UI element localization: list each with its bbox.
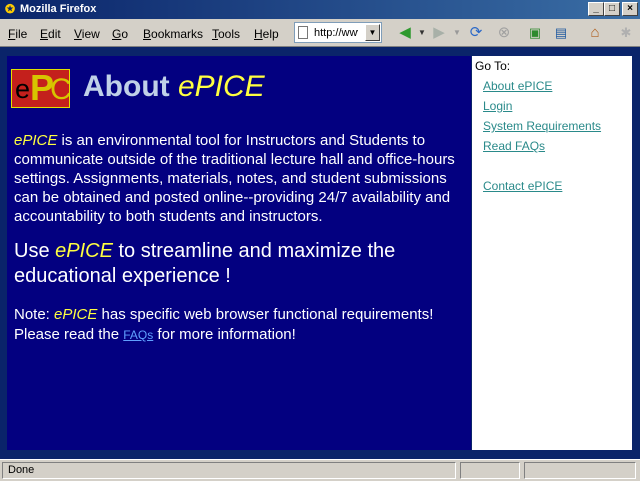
goto-sidebar: Go To: About ePICE Login System Requirem… <box>472 56 632 450</box>
status-panel <box>524 462 636 479</box>
page-icon <box>298 26 308 39</box>
browser-toolbar: File Edit View Go Bookmarks Tools Help h… <box>0 19 640 47</box>
goto-heading: Go To: <box>475 59 511 73</box>
menu-tools[interactable]: Tools <box>212 27 240 41</box>
menu-bookmarks[interactable]: Bookmarks <box>143 27 203 41</box>
sidebar-link-contact[interactable]: Contact ePICE <box>483 179 562 193</box>
sidebar-link-about[interactable]: About ePICE <box>483 79 552 93</box>
intro-paragraph: ePICE is an environmental tool for Instr… <box>14 132 455 225</box>
forward-icon[interactable]: ▶ <box>428 23 450 43</box>
sidebar-link-faqs[interactable]: Read FAQs <box>483 139 545 153</box>
maximize-button[interactable]: □ <box>604 2 620 16</box>
forward-dropdown-icon[interactable]: ▼ <box>453 23 461 43</box>
reload-icon[interactable]: ⟳ <box>465 23 487 43</box>
address-dropdown-button[interactable]: ▼ <box>365 24 380 41</box>
menu-help[interactable]: Help <box>254 27 279 41</box>
faqs-link[interactable]: FAQs <box>123 328 153 342</box>
page-title: About ePICE <box>83 70 265 103</box>
menu-file[interactable]: File <box>8 27 27 41</box>
status-bar: Done <box>0 459 640 481</box>
menu-go[interactable]: Go <box>112 27 128 41</box>
page-content: ePC About ePICE ePICE is an environmenta… <box>0 47 640 459</box>
epice-logo: ePC <box>11 69 70 108</box>
firefox-logo-icon: ✪ <box>4 2 16 16</box>
bookmark-icon[interactable]: ▤ <box>550 23 572 43</box>
stop-icon[interactable]: ⊗ <box>493 23 515 43</box>
window-title: Mozilla Firefox <box>20 3 97 15</box>
menu-view[interactable]: View <box>74 27 100 41</box>
sidebar-link-login[interactable]: Login <box>483 99 512 113</box>
back-dropdown-icon[interactable]: ▼ <box>418 23 426 43</box>
minimize-button[interactable]: _ <box>588 2 604 16</box>
home-icon[interactable]: ⌂ <box>584 23 606 43</box>
throbber-icon: ✱ <box>620 25 632 40</box>
status-text: Done <box>2 462 456 479</box>
title-bar: ✪ Mozilla Firefox _ □ × <box>0 0 640 19</box>
address-input[interactable]: http://www <box>314 27 358 39</box>
status-panel <box>460 462 520 479</box>
main-panel: ePC About ePICE ePICE is an environmenta… <box>7 56 471 450</box>
history-icon[interactable]: ▣ <box>524 23 546 43</box>
sidebar-link-system-requirements[interactable]: System Requirements <box>483 119 601 133</box>
back-icon[interactable]: ◀ <box>394 23 416 43</box>
close-button[interactable]: × <box>622 2 638 16</box>
note-paragraph: Note: ePICE has specific web browser fun… <box>14 306 434 343</box>
address-bar[interactable]: http://www ▼ <box>294 22 382 43</box>
slogan-heading: Use ePICE to streamline and maximize the… <box>14 240 396 287</box>
menu-edit[interactable]: Edit <box>40 27 61 41</box>
